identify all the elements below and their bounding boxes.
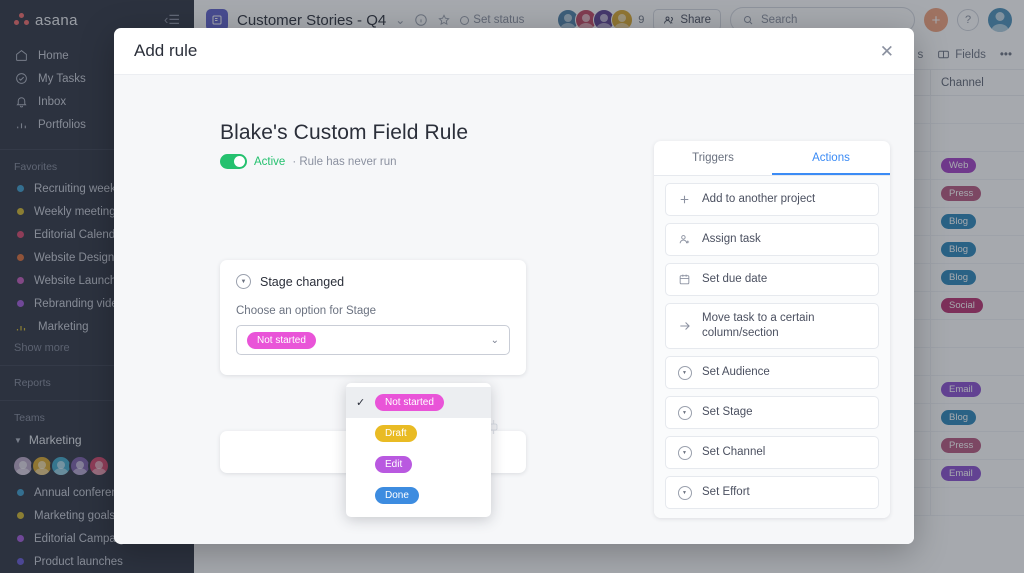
action-set-stage[interactable]: ▼ Set Stage xyxy=(665,396,879,429)
action-set-channel[interactable]: ▼ Set Channel xyxy=(665,436,879,469)
dropdown-option-pill: Done xyxy=(375,487,419,504)
status-badge: Active xyxy=(254,156,285,168)
check-icon: ✓ xyxy=(356,396,367,409)
trigger-name: Stage changed xyxy=(260,275,344,289)
stage-option-dropdown: ✓ Not started Draft Edit Done xyxy=(346,383,491,517)
dropdown-option[interactable]: Edit xyxy=(346,449,491,480)
rule-status: Active · Rule has never run xyxy=(220,154,654,169)
custom-field-icon: ▼ xyxy=(677,486,692,500)
trigger-card[interactable]: ▼ Stage changed Choose an option for Sta… xyxy=(220,260,526,375)
dropdown-option[interactable]: Done xyxy=(346,480,491,511)
close-icon[interactable]: ✕ xyxy=(880,43,894,60)
action-set-due-date[interactable]: Set due date xyxy=(665,263,879,296)
action-move-task-to-column[interactable]: Move task to a certain column/section xyxy=(665,303,879,349)
dropdown-option[interactable]: ✓ Not started xyxy=(346,387,491,418)
dropdown-option-pill: Not started xyxy=(375,394,444,411)
chevron-down-icon: ⌄ xyxy=(491,335,499,346)
tab-triggers[interactable]: Triggers xyxy=(654,141,772,175)
custom-field-icon: ▼ xyxy=(677,366,692,380)
action-label: Add to another project xyxy=(702,192,815,207)
tab-actions[interactable]: Actions xyxy=(772,141,890,175)
rule-name[interactable]: Blake's Custom Field Rule xyxy=(220,121,654,145)
action-label: Move task to a certain column/section xyxy=(702,311,867,341)
modal-body: Blake's Custom Field Rule Active · Rule … xyxy=(114,75,914,544)
action-label: Set Channel xyxy=(702,445,765,460)
modal-header: Add rule ✕ xyxy=(114,28,914,75)
dropdown-option-pill: Edit xyxy=(375,456,412,473)
calendar-icon xyxy=(677,273,692,286)
action-label: Set Effort xyxy=(702,485,750,500)
action-label: Set Stage xyxy=(702,405,753,420)
rule-active-toggle[interactable] xyxy=(220,154,247,169)
trigger-header: ▼ Stage changed xyxy=(236,274,510,289)
triggers-actions-panel: Triggers Actions Add to another project xyxy=(654,141,890,518)
selected-option-pill: Not started xyxy=(247,332,316,349)
panel-tabs: Triggers Actions xyxy=(654,141,890,176)
custom-field-icon: ▼ xyxy=(677,446,692,460)
modal-title: Add rule xyxy=(134,41,197,61)
action-label: Set due date xyxy=(702,272,767,287)
action-set-audience[interactable]: ▼ Set Audience xyxy=(665,356,879,389)
arrow-right-icon xyxy=(677,319,692,333)
action-set-effort[interactable]: ▼ Set Effort xyxy=(665,476,879,509)
action-assign-task[interactable]: Assign task xyxy=(665,223,879,256)
dropdown-option[interactable]: Draft xyxy=(346,418,491,449)
asana-app-window: asana ‹☰ Home My Tasks Inbox xyxy=(0,0,1024,573)
rule-builder: Blake's Custom Field Rule Active · Rule … xyxy=(114,75,654,544)
action-label: Assign task xyxy=(702,232,761,247)
stage-option-select[interactable]: Not started ⌄ xyxy=(236,325,510,355)
action-add-to-another-project[interactable]: Add to another project xyxy=(665,183,879,216)
person-add-icon xyxy=(677,233,692,246)
custom-field-icon: ▼ xyxy=(236,274,251,289)
status-detail: · Rule has never run xyxy=(292,156,396,168)
plus-icon xyxy=(677,193,692,206)
trigger-option-label: Choose an option for Stage xyxy=(236,305,510,317)
actions-list: Add to another project Assign task Set d… xyxy=(654,176,890,518)
dropdown-option-pill: Draft xyxy=(375,425,417,442)
add-rule-modal: Add rule ✕ Blake's Custom Field Rule Act… xyxy=(114,28,914,544)
custom-field-icon: ▼ xyxy=(677,406,692,420)
action-label: Set Audience xyxy=(702,365,770,380)
